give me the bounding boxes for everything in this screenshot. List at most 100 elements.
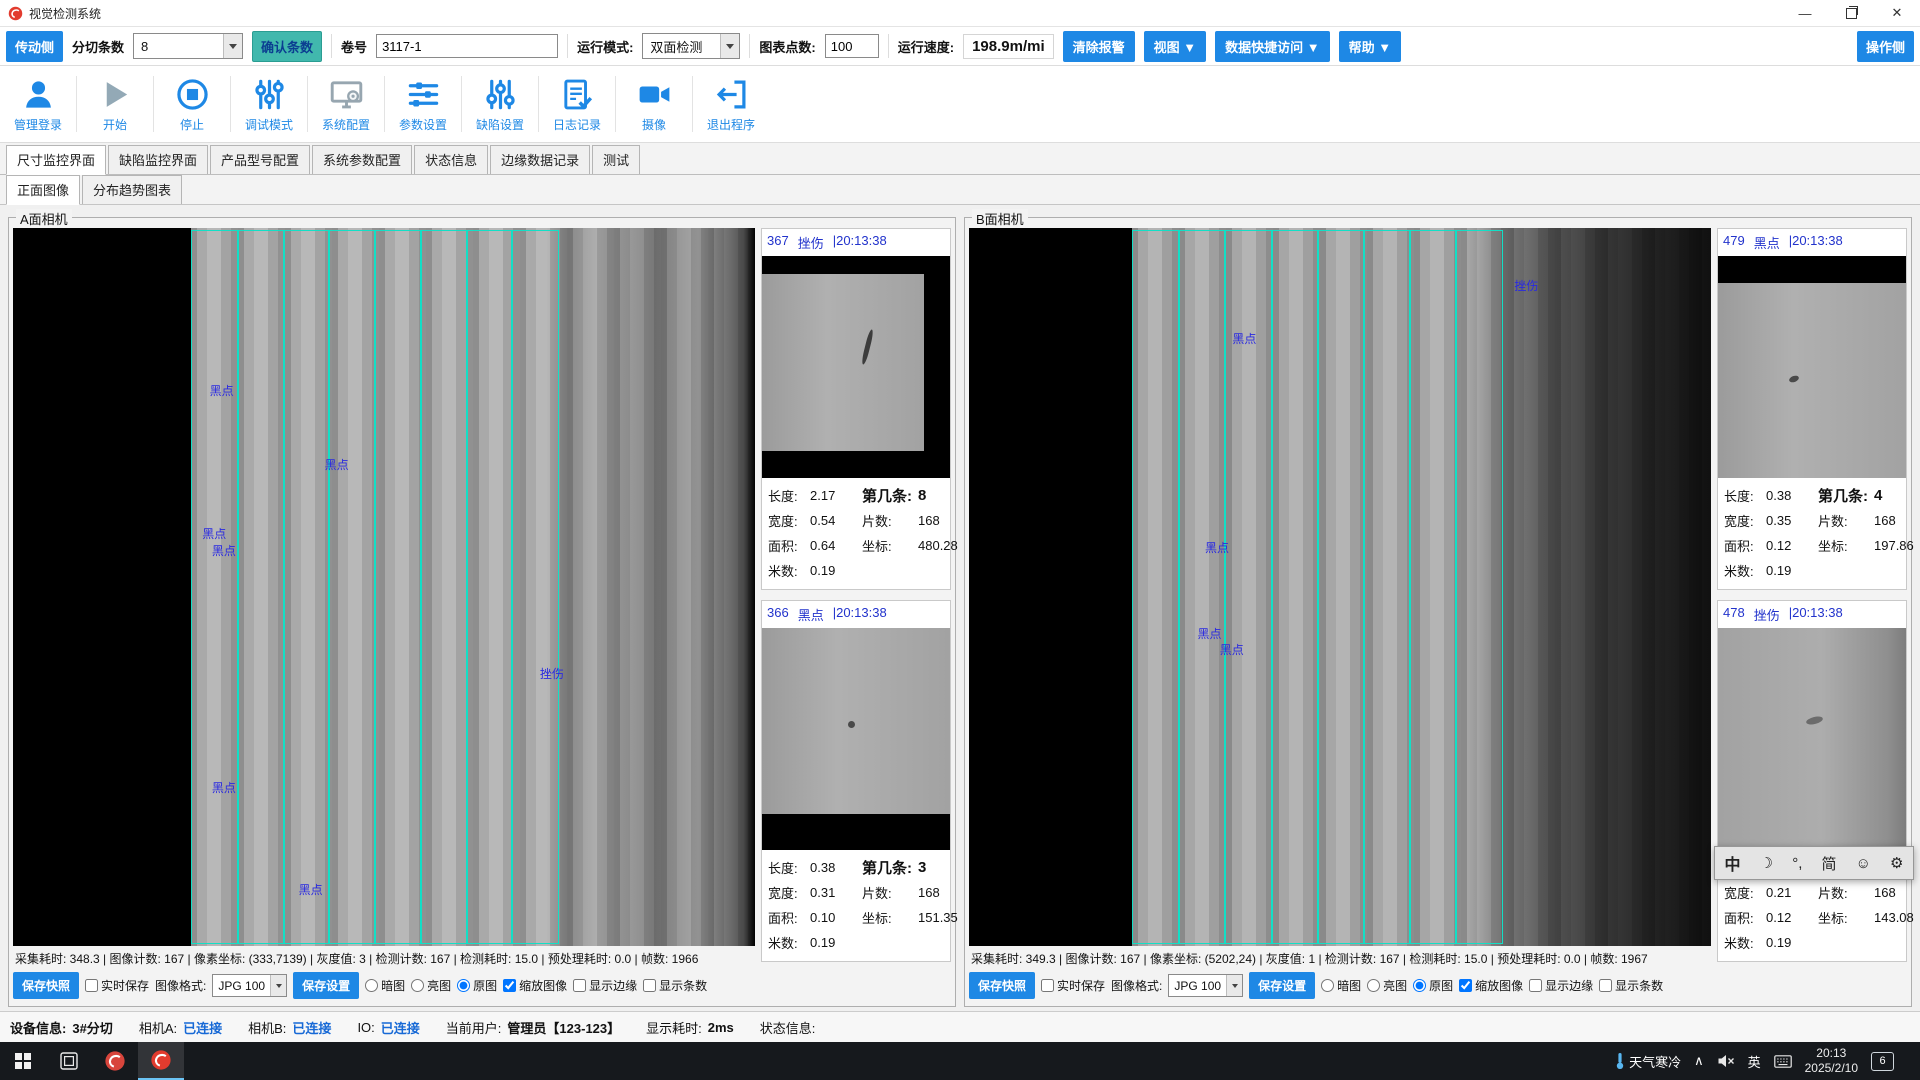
exit-program-button[interactable]: 退出程序: [703, 76, 759, 133]
dark-image-radio[interactable]: 暗图: [365, 977, 405, 994]
defect-header[interactable]: 366黑点|20:13:38: [762, 601, 950, 628]
image-format-select[interactable]: JPG 100: [212, 974, 287, 997]
show-count-checkbox-input[interactable]: [1599, 979, 1612, 992]
taskbar-app-1[interactable]: [92, 1042, 138, 1080]
taskbar-app-2-active[interactable]: [138, 1042, 184, 1080]
original-image-radio[interactable]: 原图: [1413, 977, 1453, 994]
original-image-radio[interactable]: 原图: [457, 977, 497, 994]
chart-points-input[interactable]: [825, 34, 879, 58]
show-count-checkbox[interactable]: 显示条数: [643, 977, 707, 994]
defect-panel-366[interactable]: 366黑点|20:13:38长度:0.38第几条:3宽度:0.31片数:168面…: [761, 600, 951, 962]
image-controls-row: 保存快照实时保存图像格式:JPG 100保存设置暗图亮图原图缩放图像显示边缘显示…: [13, 969, 755, 1004]
save-settings-button[interactable]: 保存设置: [1249, 972, 1315, 999]
defect-header[interactable]: 367挫伤|20:13:38: [762, 229, 950, 256]
clear-alarm-button[interactable]: 清除报警: [1063, 31, 1135, 62]
show-edge-checkbox[interactable]: 显示边缘: [573, 977, 637, 994]
zoom-image-checkbox[interactable]: 缩放图像: [503, 977, 567, 994]
weather-widget[interactable]: 天气寒冷: [1615, 1052, 1681, 1071]
bright-image-radio[interactable]: 亮图: [411, 977, 451, 994]
show-edge-checkbox-input[interactable]: [1529, 979, 1542, 992]
defect-panel-367[interactable]: 367挫伤|20:13:38长度:2.17第几条:8宽度:0.54片数:168面…: [761, 228, 951, 590]
keyboard-icon[interactable]: [1774, 1055, 1792, 1068]
tray-expand-chevron[interactable]: ∧: [1694, 1053, 1704, 1069]
dark-image-radio-input[interactable]: [1321, 979, 1334, 992]
dark-image-radio-input[interactable]: [365, 979, 378, 992]
save-snapshot-button[interactable]: 保存快照: [969, 972, 1035, 999]
close-button[interactable]: ✕: [1874, 0, 1920, 26]
ime-settings-icon[interactable]: ⚙: [1890, 854, 1903, 872]
zoom-image-checkbox-input[interactable]: [1459, 979, 1472, 992]
ime-simplified-toggle[interactable]: 简: [1821, 853, 1836, 874]
time-value: 20:13: [1816, 1046, 1846, 1060]
show-count-checkbox-input[interactable]: [643, 979, 656, 992]
main-tab-7[interactable]: 测试: [592, 145, 640, 174]
defect-header[interactable]: 478挫伤|20:13:38: [1718, 601, 1906, 628]
main-tab-5[interactable]: 状态信息: [414, 145, 488, 174]
app-statusbar: 设备信息: 3#分切 相机A: 已连接 相机B: 已连接 IO: 已连接 当前用…: [0, 1011, 1920, 1042]
debug-mode-button[interactable]: 调试模式: [241, 76, 297, 133]
notification-badge[interactable]: 6: [1871, 1052, 1894, 1071]
help-menu-button[interactable]: 帮助 ▼: [1339, 31, 1401, 62]
zoom-image-checkbox[interactable]: 缩放图像: [1459, 977, 1523, 994]
minimize-button[interactable]: —: [1782, 0, 1828, 26]
slit-count-select[interactable]: 8: [133, 33, 243, 59]
zoom-image-checkbox-input[interactable]: [503, 979, 516, 992]
original-image-radio-input[interactable]: [457, 979, 470, 992]
start-button[interactable]: 开始: [87, 76, 143, 133]
main-tab-4[interactable]: 系统参数配置: [312, 145, 412, 174]
task-view-button[interactable]: [46, 1042, 92, 1080]
defect-panel-479[interactable]: 479黑点|20:13:38长度:0.38第几条:4宽度:0.35片数:168面…: [1717, 228, 1907, 590]
ime-lang-toggle[interactable]: 中: [1725, 851, 1741, 875]
view-menu-button[interactable]: 视图 ▼: [1144, 31, 1206, 62]
defect-panel-478[interactable]: 478挫伤|20:13:38长度:0.57第几条:3宽度:0.21片数:168面…: [1717, 600, 1907, 962]
image-subtab-2[interactable]: 分布趋势图表: [82, 175, 182, 204]
maximize-button[interactable]: [1828, 0, 1874, 26]
bright-image-radio-input[interactable]: [411, 979, 424, 992]
original-image-radio-input[interactable]: [1413, 979, 1426, 992]
show-count-checkbox[interactable]: 显示条数: [1599, 977, 1663, 994]
dark-image-radio[interactable]: 暗图: [1321, 977, 1361, 994]
show-edge-checkbox-input[interactable]: [573, 979, 586, 992]
data-shortcut-menu-button[interactable]: 数据快捷访问 ▼: [1215, 31, 1329, 62]
operate-side-button[interactable]: 操作侧: [1857, 31, 1914, 62]
main-tab-3[interactable]: 产品型号配置: [210, 145, 310, 174]
main-tab-1[interactable]: 尺寸监控界面: [6, 145, 106, 175]
ime-emoji-icon[interactable]: ☺: [1856, 855, 1871, 872]
confirm-count-button[interactable]: 确认条数: [252, 31, 322, 62]
start-button[interactable]: [0, 1042, 46, 1080]
defect-annotation: 黑点: [299, 881, 323, 898]
show-edge-checkbox[interactable]: 显示边缘: [1529, 977, 1593, 994]
save-settings-button[interactable]: 保存设置: [293, 972, 359, 999]
roll-number-input[interactable]: [376, 34, 558, 58]
dark-image-radio-label: 暗图: [1337, 977, 1361, 994]
defect-stat-row: 面积:0.12坐标:143.08: [1724, 905, 1900, 930]
realtime-save-checkbox-input[interactable]: [1041, 979, 1054, 992]
image-subtab-1[interactable]: 正面图像: [6, 175, 80, 205]
stop-button[interactable]: 停止: [164, 76, 220, 133]
camera-panel-b: B面相机挫伤黑点黑点黑点黑点采集耗时: 349.3 | 图像计数: 167 | …: [964, 217, 1912, 1007]
clock[interactable]: 20:13 2025/2/10: [1805, 1046, 1858, 1076]
defect-settings-button[interactable]: 缺陷设置: [472, 76, 528, 133]
main-tab-6[interactable]: 边缘数据记录: [490, 145, 590, 174]
save-snapshot-button[interactable]: 保存快照: [13, 972, 79, 999]
run-mode-select[interactable]: 双面检测: [642, 33, 740, 59]
defect-header[interactable]: 479黑点|20:13:38: [1718, 229, 1906, 256]
ime-language-indicator[interactable]: 英: [1748, 1052, 1761, 1071]
main-tab-2[interactable]: 缺陷监控界面: [108, 145, 208, 174]
volume-muted-icon[interactable]: [1717, 1054, 1735, 1068]
system-config-button[interactable]: 系统配置: [318, 76, 374, 133]
realtime-save-checkbox[interactable]: 实时保存: [1041, 977, 1105, 994]
image-format-select[interactable]: JPG 100: [1168, 974, 1243, 997]
ime-punctuation-icon[interactable]: °,: [1792, 855, 1802, 872]
param-settings-button[interactable]: 参数设置: [395, 76, 451, 133]
realtime-save-checkbox[interactable]: 实时保存: [85, 977, 149, 994]
bright-image-radio-input[interactable]: [1367, 979, 1380, 992]
admin-login-button[interactable]: 管理登录: [10, 76, 66, 133]
run-speed-label: 运行速度:: [898, 37, 954, 56]
drive-side-button[interactable]: 传动侧: [6, 31, 63, 62]
realtime-save-checkbox-input[interactable]: [85, 979, 98, 992]
log-record-button[interactable]: 日志记录: [549, 76, 605, 133]
capture-button[interactable]: 摄像: [626, 76, 682, 133]
ime-moon-icon[interactable]: ☽: [1760, 854, 1773, 872]
bright-image-radio[interactable]: 亮图: [1367, 977, 1407, 994]
